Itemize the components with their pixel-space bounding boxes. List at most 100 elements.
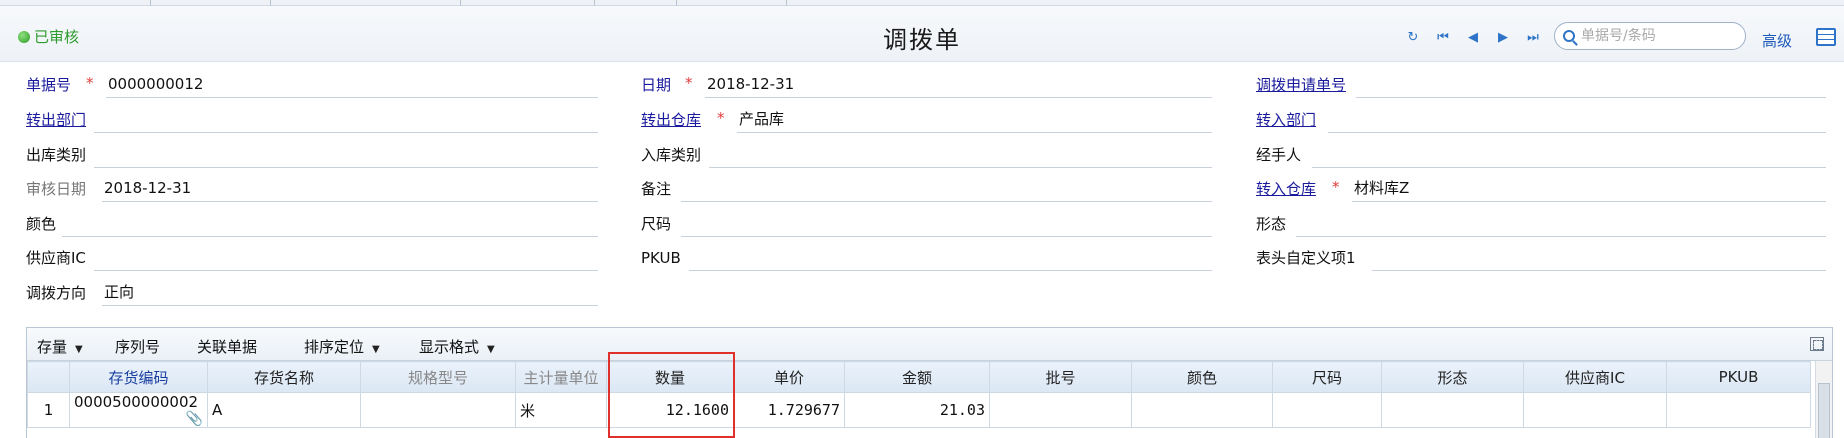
display-format-dropdown[interactable]: 显示格式 ▼ [419,336,495,357]
cell-pkub[interactable] [1666,392,1811,428]
field-size[interactable]: 尺码 [641,211,1212,237]
field-value[interactable] [1372,245,1826,271]
field-value[interactable] [94,142,598,168]
field-value[interactable]: 产品库 [737,107,1212,133]
field-value[interactable] [94,245,598,271]
column-header[interactable]: PKUB [1666,361,1811,393]
field-in-warehouse[interactable]: 转入仓库 * 材料库Z [1256,176,1826,202]
cell-color[interactable] [1131,392,1273,428]
field-handler[interactable]: 经手人 [1256,142,1826,168]
field-value[interactable] [1296,211,1826,237]
document-header: 已审核 调拨单 ↻ ⏮ ◀ ▶ ⏭ 高级 [0,6,1844,62]
last-record-icon[interactable]: ⏭ [1524,28,1542,46]
field-date[interactable]: 日期 * 2018-12-31 [641,72,1212,98]
column-header[interactable]: 批号 [989,361,1132,393]
column-header[interactable]: 尺码 [1272,361,1382,393]
field-label[interactable]: 转出仓库 [641,107,701,133]
cell-unit-price[interactable]: 1.729677 [733,392,845,428]
field-value[interactable] [681,176,1212,202]
refresh-icon[interactable]: ↻ [1404,28,1422,46]
field-value[interactable]: 材料库Z [1352,176,1826,202]
attachment-icon[interactable]: 📎 [186,411,203,427]
field-transfer-direction[interactable]: 调拨方向 正向 [26,280,598,306]
field-pkub[interactable]: PKUB [641,245,1212,271]
field-value[interactable]: 2018-12-31 [705,72,1212,98]
field-value[interactable] [62,211,598,237]
chevron-down-icon: ▼ [75,344,83,355]
field-supplier-ic[interactable]: 供应商IC [26,245,598,271]
stock-dropdown[interactable]: 存量 ▼ [37,336,83,357]
column-header[interactable]: 金额 [844,361,990,393]
cell-inventory-name[interactable]: A [207,392,361,428]
column-header[interactable]: 存货编码 [69,361,208,393]
column-header[interactable]: 数量 [606,361,734,393]
field-form[interactable]: 形态 [1256,211,1826,237]
field-value[interactable] [1312,142,1826,168]
column-header[interactable]: 颜色 [1131,361,1273,393]
field-in-department[interactable]: 转入部门 [1256,107,1826,133]
field-header-custom-1[interactable]: 表头自定义项1 [1256,245,1826,271]
table-header-row: 存货编码 存货名称 规格型号 主计量单位 数量 单价 金额 批号 颜色 尺码 形… [27,361,1811,393]
field-label: 出库类别 [26,146,87,164]
cell-supplier-ic[interactable] [1523,392,1667,428]
next-record-icon[interactable]: ▶ [1494,28,1512,46]
field-color[interactable]: 颜色 [26,211,598,237]
detail-table: 存货编码 存货名称 规格型号 主计量单位 数量 单价 金额 批号 颜色 尺码 形… [27,361,1811,428]
field-transfer-request-no[interactable]: 调拨申请单号 [1256,72,1826,98]
field-in-category[interactable]: 入库类别 [641,142,1212,168]
cell-size[interactable] [1272,392,1382,428]
field-doc-number[interactable]: 单据号 * 0000000012 [26,72,598,98]
field-label: 颜色 [26,215,57,233]
serial-number-button[interactable]: 序列号 [115,336,160,357]
field-label: 备注 [641,180,672,198]
cell-amount[interactable]: 21.03 [844,392,990,428]
column-header[interactable]: 规格型号 [360,361,516,393]
cell-inventory-code[interactable]: 0000500000002 📎 [69,392,208,428]
chevron-down-icon: ▼ [372,344,380,355]
field-label[interactable]: 转入仓库 [1256,176,1316,202]
vertical-scrollbar[interactable] [1815,361,1832,438]
field-value: 2018-12-31 [102,176,598,202]
required-mark: * [86,74,94,92]
column-header[interactable]: 存货名称 [207,361,361,393]
sort-locate-dropdown[interactable]: 排序定位 ▼ [304,336,380,357]
field-label: 单据号 [26,76,72,94]
cell-form[interactable] [1381,392,1524,428]
field-value[interactable] [709,142,1212,168]
field-value[interactable]: 正向 [102,280,598,306]
cell-quantity[interactable]: 12.1600 [606,392,734,428]
advanced-search-link[interactable]: 高级 [1762,30,1792,51]
column-header[interactable]: 单价 [733,361,845,393]
cell-spec[interactable] [360,392,516,428]
field-value[interactable] [94,107,598,133]
search-input[interactable] [1581,28,1731,44]
first-record-icon[interactable]: ⏮ [1434,28,1452,46]
layout-settings-icon[interactable] [1816,28,1836,46]
field-value[interactable] [681,211,1212,237]
chevron-down-icon: ▼ [487,344,495,355]
field-remark[interactable]: 备注 [641,176,1212,202]
column-header[interactable]: 供应商IC [1523,361,1667,393]
field-value[interactable] [1356,72,1826,98]
scrollbar-thumb[interactable] [1818,383,1830,438]
expand-grid-icon[interactable] [1810,337,1824,351]
field-out-category[interactable]: 出库类别 [26,142,598,168]
detail-grid-panel: 存量 ▼ 序列号 关联单据 排序定位 ▼ 显示格式 ▼ 存货编码 存货名称 规格型号 … [26,327,1833,438]
previous-record-icon[interactable]: ◀ [1464,28,1482,46]
field-out-warehouse[interactable]: 转出仓库 * 产品库 [641,107,1212,133]
field-out-department[interactable]: 转出部门 [26,107,598,133]
table-row[interactable]: 1 0000500000002 📎 A 米 12.1600 1.729677 21… [27,392,1811,428]
related-docs-button[interactable]: 关联单据 [197,336,257,357]
document-search[interactable] [1554,22,1746,50]
field-label[interactable]: 转入部门 [1256,107,1316,133]
cell-batch[interactable] [989,392,1132,428]
field-label: 审核日期 [26,180,87,198]
field-value[interactable] [1328,107,1826,133]
cell-unit[interactable]: 米 [515,392,607,428]
column-header[interactable]: 形态 [1381,361,1524,393]
field-value[interactable]: 0000000012 [106,72,598,98]
field-label[interactable]: 调拨申请单号 [1256,72,1346,98]
field-label[interactable]: 转出部门 [26,107,86,133]
field-value[interactable] [689,245,1212,271]
column-header[interactable]: 主计量单位 [515,361,607,393]
